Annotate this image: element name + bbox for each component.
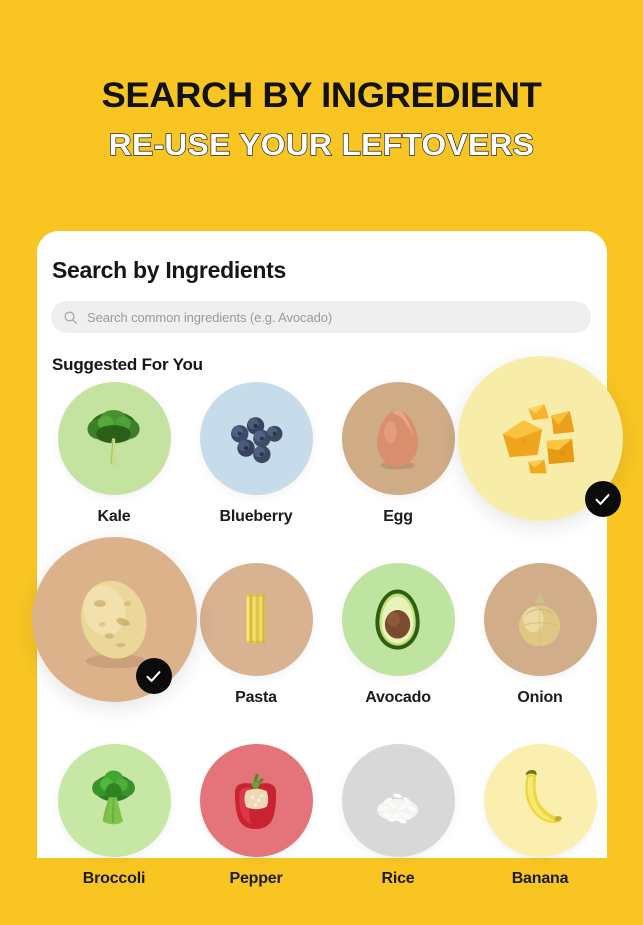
ingredient-label: Egg — [383, 508, 413, 525]
ingredient-tile-potato[interactable]: Potato — [31, 537, 197, 702]
ingredient-thumbnail — [341, 744, 455, 857]
search-card: Search by Ingredients Search common ingr… — [31, 231, 623, 887]
search-icon — [63, 310, 78, 325]
ingredient-label: Pasta — [235, 689, 277, 706]
hero-banner: SEARCH BY INGREDIENT RE-USE YOUR LEFTOVE… — [0, 0, 643, 161]
ingredient-label: Kale — [97, 508, 131, 525]
ingredient-row: Kale Blueberry Egg Cheese — [37, 356, 623, 563]
ingredient-tile-cheese[interactable]: Cheese — [457, 356, 623, 521]
ingredient-tile-pepper[interactable]: Pepper — [185, 744, 327, 888]
ingredient-tile-egg[interactable]: Egg — [327, 382, 469, 526]
ingredient-label: Avocado — [365, 689, 431, 706]
red-pepper-icon — [216, 761, 295, 840]
ingredient-row: Potato Pasta Avocado Onion — [31, 537, 607, 744]
ingredient-tile-broccoli[interactable]: Broccoli — [43, 744, 185, 888]
selected-check-badge[interactable] — [584, 481, 621, 517]
ingredient-tile-blueberry[interactable]: Blueberry — [185, 382, 327, 526]
page-title: Search by Ingredients — [52, 257, 286, 283]
ingredient-label: Blueberry — [219, 508, 293, 525]
search-placeholder-text: Search common ingredients (e.g. Avocado) — [87, 309, 333, 325]
ingredient-thumbnail — [57, 382, 171, 495]
ingredient-thumbnail — [457, 356, 623, 521]
ingredient-label: Pepper — [229, 870, 283, 887]
ingredient-label: Onion — [517, 689, 563, 706]
ingredient-tile-onion[interactable]: Onion — [469, 563, 611, 707]
ingredient-label: Broccoli — [82, 870, 146, 887]
ingredient-tile-kale[interactable]: Kale — [43, 382, 185, 526]
ingredient-row: Broccoli Pepper Rice Banana — [37, 744, 607, 925]
ingredient-grid: Kale Blueberry Egg Cheese Potato Pasta Avocado… — [31, 356, 623, 925]
ingredient-thumbnail — [57, 744, 171, 857]
blueberry-icon — [216, 399, 295, 478]
ingredient-thumbnail — [341, 563, 455, 676]
check-icon — [144, 667, 163, 686]
ingredient-tile-pasta[interactable]: Pasta — [185, 563, 327, 707]
ingredient-label: Rice — [381, 870, 415, 887]
section-title-suggested: Suggested For You — [52, 355, 203, 374]
ingredient-tile-banana[interactable]: Banana — [469, 744, 611, 888]
avocado-icon — [358, 580, 437, 659]
ingredient-thumbnail — [31, 537, 197, 702]
banana-icon — [500, 761, 579, 840]
ingredient-thumbnail — [483, 563, 597, 676]
broccoli-icon — [74, 761, 153, 840]
search-input[interactable]: Search common ingredients (e.g. Avocado) — [51, 301, 591, 333]
cheese-icon — [482, 381, 598, 497]
ingredient-tile-rice[interactable]: Rice — [327, 744, 469, 888]
ingredient-label: Banana — [511, 870, 569, 887]
kale-icon — [74, 399, 153, 478]
ingredient-tile-avocado[interactable]: Avocado — [327, 563, 469, 707]
ingredient-thumbnail — [199, 744, 313, 857]
ingredient-thumbnail — [341, 382, 455, 495]
ingredient-thumbnail — [483, 744, 597, 857]
onion-icon — [500, 580, 579, 659]
hero-subheadline: RE-USE YOUR LEFTOVERS — [108, 126, 535, 162]
pasta-icon — [216, 580, 295, 659]
egg-icon — [358, 399, 437, 478]
rice-icon — [358, 761, 437, 840]
ingredient-thumbnail — [199, 382, 313, 495]
hero-headline: SEARCH BY INGREDIENT — [101, 76, 542, 115]
selected-check-badge[interactable] — [135, 658, 172, 694]
ingredient-thumbnail — [199, 563, 313, 676]
check-icon — [593, 490, 612, 509]
